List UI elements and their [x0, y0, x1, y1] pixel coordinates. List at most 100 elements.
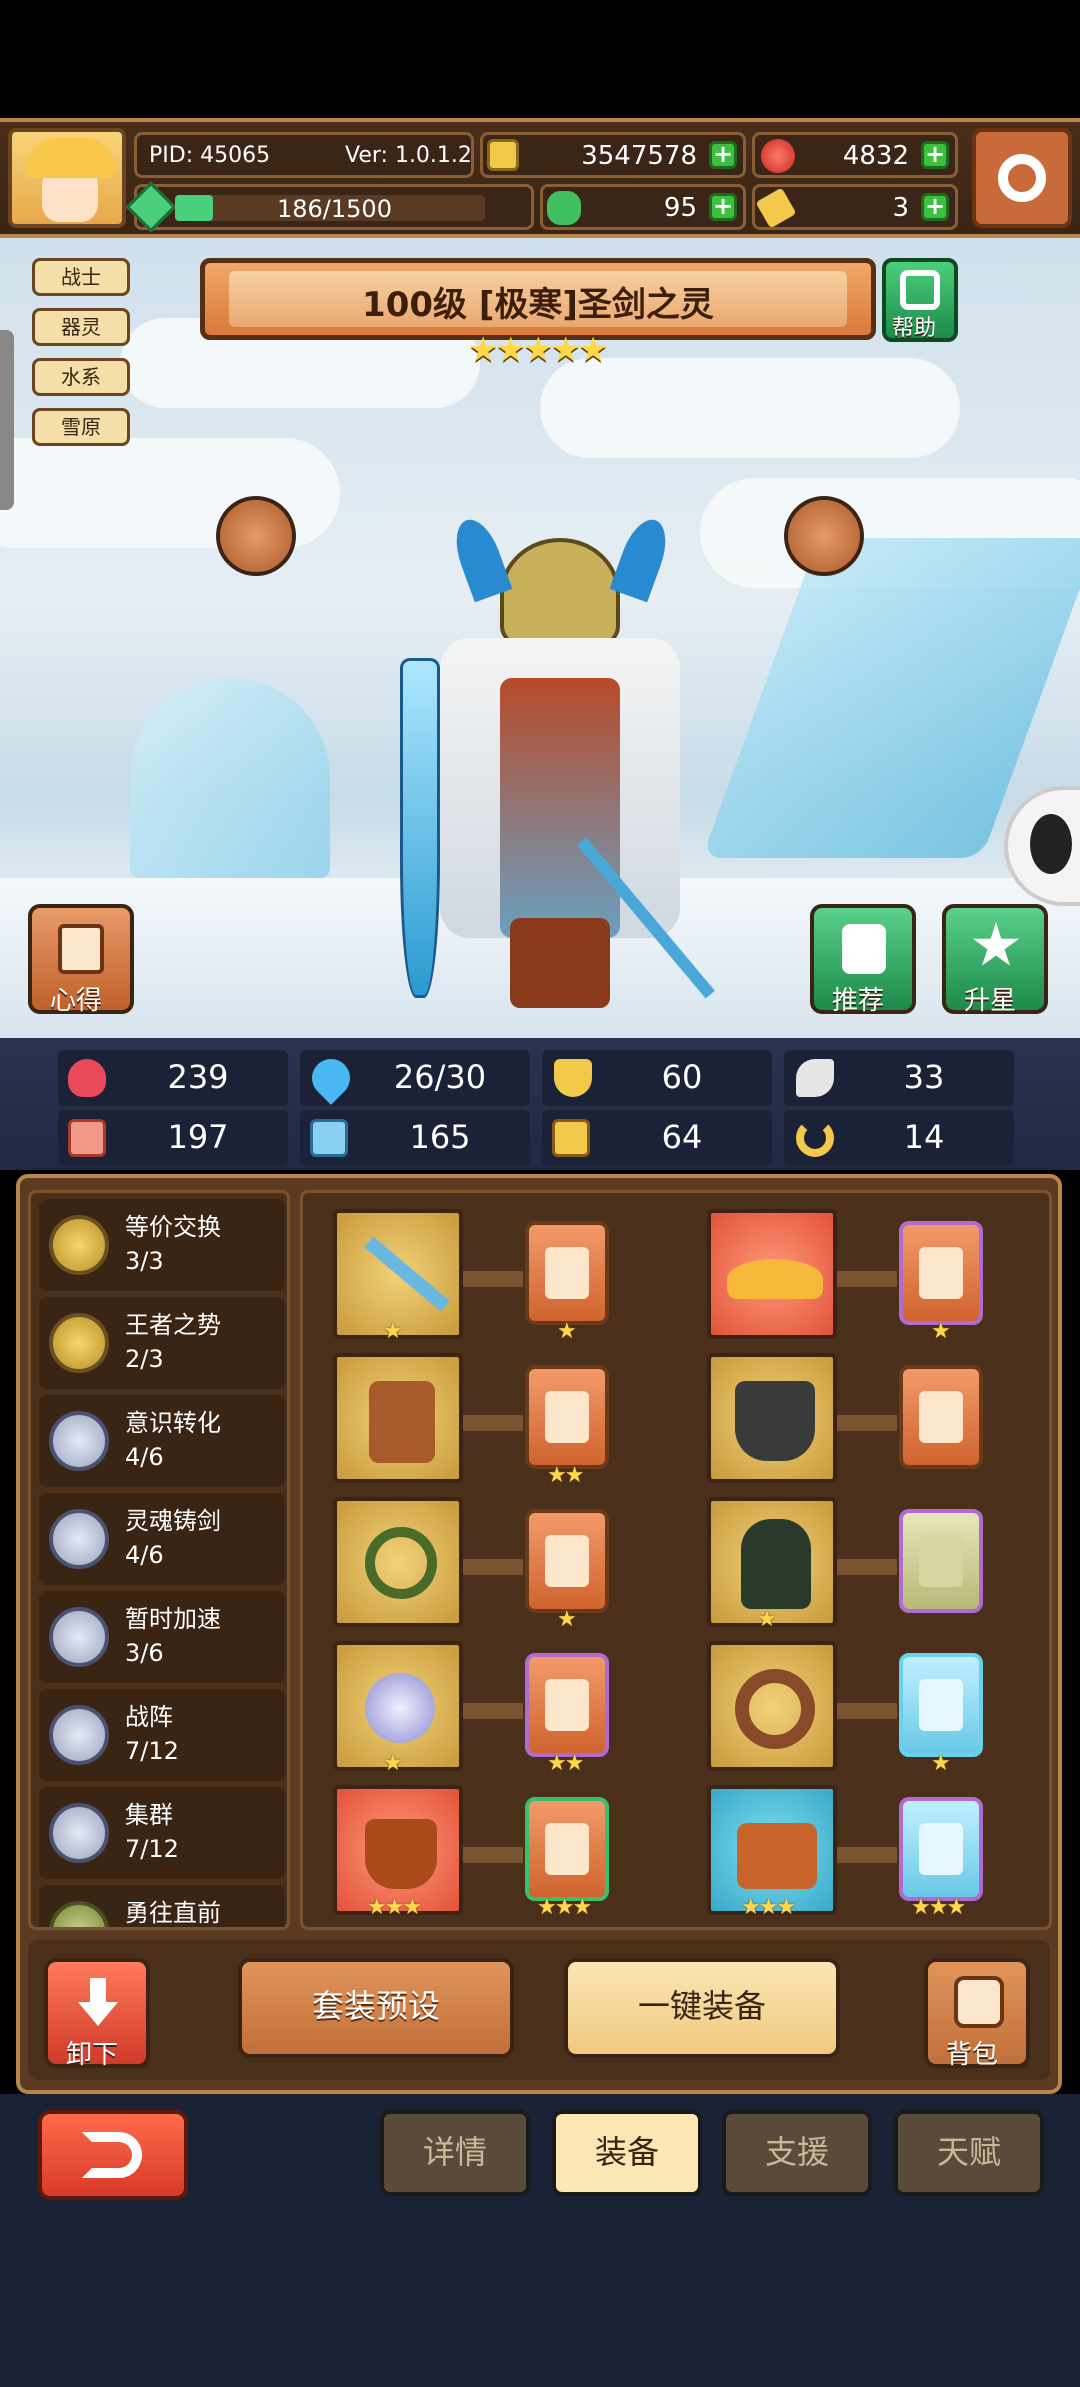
- set-bonus-name: 战阵: [125, 1703, 173, 1731]
- set-bonus-icon: [49, 1509, 109, 1569]
- add-key-button[interactable]: +: [921, 193, 949, 221]
- list-item[interactable]: 等价交换 3/3: [39, 1199, 285, 1291]
- slot-connector: [837, 1559, 897, 1575]
- list-item[interactable]: 暂时加速 3/6: [39, 1591, 285, 1683]
- bracer-icon: [365, 1819, 437, 1889]
- add-gold-button[interactable]: +: [709, 141, 737, 169]
- hero-helmet: [500, 538, 620, 648]
- star-up-label: 升星: [964, 986, 1017, 1016]
- auto-equip-button[interactable]: 一键装备: [564, 1958, 840, 2058]
- rune-card[interactable]: [525, 1653, 609, 1757]
- slot-connector: [837, 1271, 897, 1287]
- card-stars: ★: [557, 1319, 577, 1344]
- hero-rarity-stars: ★★★★★: [468, 330, 608, 370]
- set-bonus-icon: [49, 1215, 109, 1275]
- rune-card-face: [919, 1823, 963, 1875]
- stat-mana-value: 26/30: [393, 1058, 487, 1096]
- gear-icon: [998, 154, 1046, 202]
- backpack-button[interactable]: 背包: [924, 1958, 1030, 2070]
- wing-icon: [796, 1059, 834, 1097]
- set-bonus-progress: 2/3: [125, 1345, 164, 1373]
- add-ruby-button[interactable]: +: [921, 141, 949, 169]
- rune-card[interactable]: [899, 1365, 983, 1469]
- recommend-button[interactable]: 推荐: [810, 904, 916, 1016]
- stat-luck-value: 14: [903, 1118, 945, 1156]
- slot-connector: [463, 1415, 523, 1431]
- return-arrow-icon: [82, 2132, 142, 2178]
- pid-label: PID: 45065: [149, 143, 271, 168]
- clover-icon: [547, 191, 581, 225]
- card-stars: ★★: [547, 1751, 584, 1776]
- list-item[interactable]: 意识转化 4/6: [39, 1395, 285, 1487]
- hero-sprite[interactable]: [360, 513, 760, 1018]
- preset-button[interactable]: 套装预设: [238, 1958, 514, 2058]
- card-stars: ★: [931, 1751, 951, 1776]
- star-icon: [972, 922, 1020, 966]
- slot-stars: ★★★: [741, 1895, 796, 1920]
- equipment-slot-ring[interactable]: [707, 1641, 837, 1771]
- list-item[interactable]: 战阵 7/12: [39, 1689, 285, 1781]
- stat-defense-value: 60: [661, 1058, 703, 1096]
- rune-card[interactable]: [525, 1221, 609, 1325]
- side-handle[interactable]: [0, 330, 14, 510]
- add-clover-button[interactable]: +: [709, 193, 737, 221]
- equipment-slot-armor[interactable]: [333, 1353, 463, 1483]
- rune-card[interactable]: [525, 1365, 609, 1469]
- player-avatar[interactable]: [8, 128, 126, 228]
- insight-label: 心得: [50, 986, 103, 1016]
- card-stars: ★★★: [911, 1895, 966, 1920]
- stat-luck: 14: [784, 1110, 1014, 1166]
- stat-attack-value: 197: [167, 1118, 229, 1156]
- set-bonus-icon: [49, 1705, 109, 1765]
- list-item[interactable]: 王者之势 2/3: [39, 1297, 285, 1389]
- clover-amount: 95: [663, 193, 697, 223]
- tab-support[interactable]: 支援: [722, 2110, 872, 2196]
- hero-horn-left: [447, 513, 513, 603]
- ring-icon: [735, 1669, 815, 1749]
- unequip-button[interactable]: 卸下: [44, 1958, 150, 2070]
- star-up-button[interactable]: 升星: [942, 904, 1048, 1016]
- rune-card[interactable]: [525, 1509, 609, 1613]
- settings-button[interactable]: [972, 128, 1072, 228]
- rune-card[interactable]: [899, 1509, 983, 1613]
- rune-card[interactable]: [899, 1221, 983, 1325]
- key-panel: 3 +: [752, 184, 958, 230]
- rune-card-face: [919, 1679, 963, 1731]
- help-button[interactable]: 帮助: [882, 258, 958, 342]
- ruby-icon: [761, 139, 795, 173]
- fist-icon: [68, 1119, 106, 1157]
- card-stars: ★★★: [537, 1895, 592, 1920]
- tab-details[interactable]: 详情: [380, 2110, 530, 2196]
- energy-gem-icon: [125, 181, 177, 233]
- set-bonus-list[interactable]: 等价交换 3/3 王者之势 2/3 意识转化 4/6 灵魂铸剑 4/6 暂时加速…: [28, 1190, 290, 1930]
- tab-talent[interactable]: 天赋: [894, 2110, 1044, 2196]
- back-button[interactable]: [38, 2110, 188, 2200]
- stat-evasion: 33: [784, 1050, 1014, 1106]
- set-bonus-progress: 7/12: [125, 1737, 179, 1765]
- unequip-label: 卸下: [66, 2040, 119, 2070]
- rune-card-face: [545, 1535, 589, 1587]
- equipment-slot-hat[interactable]: [707, 1209, 837, 1339]
- recommend-label: 推荐: [832, 986, 885, 1016]
- stat-hp-value: 239: [167, 1058, 229, 1096]
- equipment-slot-necklace[interactable]: [333, 1497, 463, 1627]
- energy-bar-fill: [175, 195, 214, 221]
- stat-hp: 239: [58, 1050, 288, 1106]
- list-item[interactable]: 灵魂铸剑 4/6: [39, 1493, 285, 1585]
- key-amount: 3: [892, 193, 909, 223]
- tab-equipment[interactable]: 装备: [552, 2110, 702, 2196]
- rune-card[interactable]: [525, 1797, 609, 1901]
- insight-button[interactable]: 心得: [28, 904, 134, 1016]
- list-item[interactable]: 勇往直前: [39, 1885, 285, 1927]
- stat-evasion-value: 33: [903, 1058, 945, 1096]
- rune-card[interactable]: [899, 1797, 983, 1901]
- list-item[interactable]: 集群 7/12: [39, 1787, 285, 1879]
- set-bonus-icon: [49, 1411, 109, 1471]
- card-stars: ★: [557, 1607, 577, 1632]
- shield-icon: [554, 1059, 592, 1097]
- rune-card[interactable]: [899, 1653, 983, 1757]
- rune-card-face: [545, 1679, 589, 1731]
- set-bonus-progress: 3/3: [125, 1247, 164, 1275]
- equipment-slot-cloak[interactable]: [707, 1353, 837, 1483]
- right-rune-stone: [784, 496, 864, 576]
